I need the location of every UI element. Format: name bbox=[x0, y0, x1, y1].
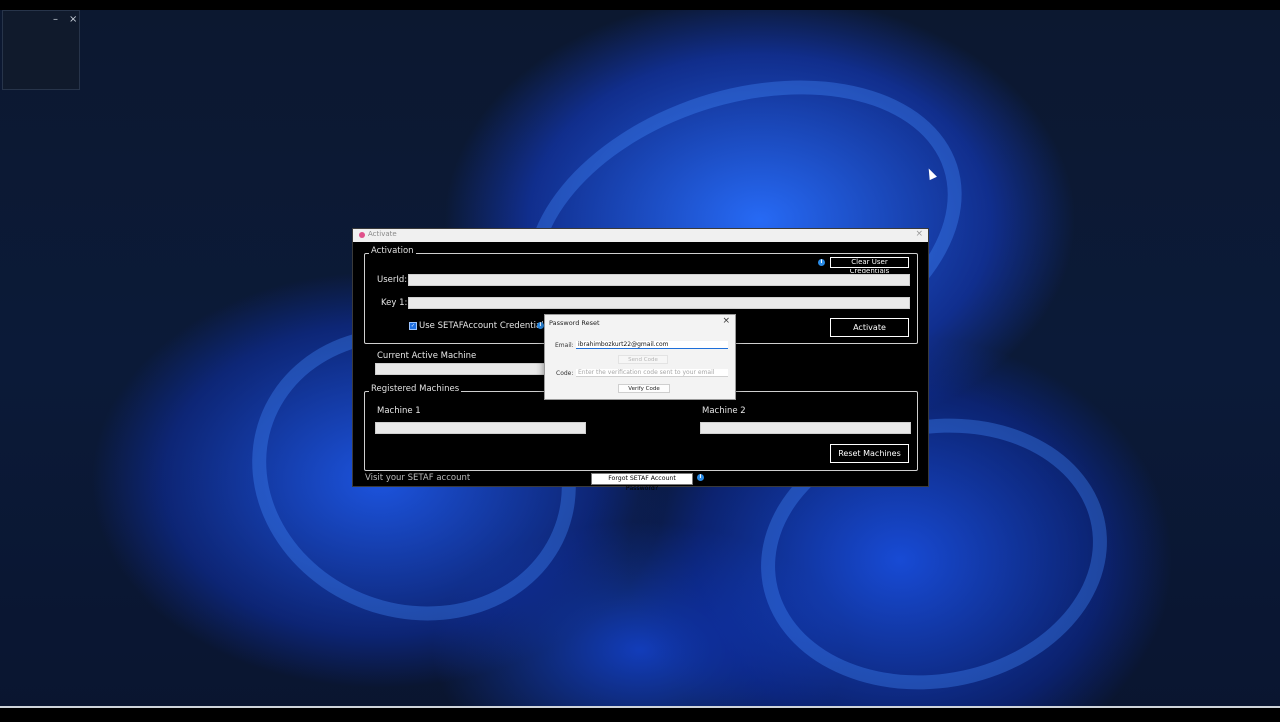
machine2-field bbox=[700, 422, 911, 434]
minimize-icon[interactable]: – bbox=[53, 14, 58, 25]
code-field[interactable]: Enter the verification code sent to your… bbox=[576, 369, 728, 377]
reset-machines-button[interactable]: Reset Machines bbox=[829, 443, 910, 464]
activate-button[interactable]: Activate bbox=[829, 317, 910, 338]
info-icon[interactable]: i bbox=[818, 259, 825, 266]
machine1-field bbox=[375, 422, 586, 434]
activation-legend: Activation bbox=[369, 246, 416, 256]
app-icon bbox=[359, 232, 365, 238]
close-icon[interactable]: × bbox=[915, 229, 923, 239]
forgot-password-button[interactable]: Forgot SETAF Account Password? bbox=[591, 473, 693, 492]
clear-user-credentials-button[interactable]: Clear User Credentials bbox=[829, 256, 910, 275]
window-title: Activate bbox=[368, 230, 397, 238]
checkbox-label: Use SETAFAccount Credentials bbox=[419, 321, 549, 331]
userid-input[interactable] bbox=[408, 274, 910, 286]
email-label: Email: bbox=[555, 342, 574, 349]
machine2-label: Machine 2 bbox=[702, 406, 746, 416]
top-border bbox=[0, 0, 1280, 10]
machine1-label: Machine 1 bbox=[377, 406, 421, 416]
dialog-title: Password Reset bbox=[549, 319, 600, 327]
code-label: Code: bbox=[556, 370, 574, 377]
verify-code-button[interactable]: Verify Code bbox=[618, 384, 670, 393]
close-icon[interactable]: × bbox=[69, 14, 77, 25]
password-reset-dialog: Password Reset × Email: ibrahimbozkurt22… bbox=[544, 314, 736, 400]
send-code-button[interactable]: Send Code bbox=[618, 355, 668, 364]
visit-account-link[interactable]: Visit your SETAF account bbox=[365, 473, 470, 483]
userid-label: UserId: bbox=[377, 275, 408, 285]
title-bar[interactable]: Activate × bbox=[353, 229, 928, 242]
key-label: Key 1: bbox=[381, 298, 408, 308]
email-field[interactable]: ibrahimbozkurt22@gmail.com bbox=[576, 341, 728, 349]
close-icon[interactable]: × bbox=[722, 316, 730, 326]
minimized-window[interactable]: – × bbox=[2, 10, 80, 90]
credentials-checkbox[interactable]: ✓ bbox=[409, 322, 417, 330]
current-machine-label: Current Active Machine bbox=[377, 351, 477, 361]
current-machine-field bbox=[375, 363, 547, 375]
info-icon[interactable]: i bbox=[697, 474, 704, 481]
info-icon[interactable]: i bbox=[537, 322, 544, 329]
key-input[interactable] bbox=[408, 297, 910, 309]
registered-legend: Registered Machines bbox=[369, 384, 462, 394]
